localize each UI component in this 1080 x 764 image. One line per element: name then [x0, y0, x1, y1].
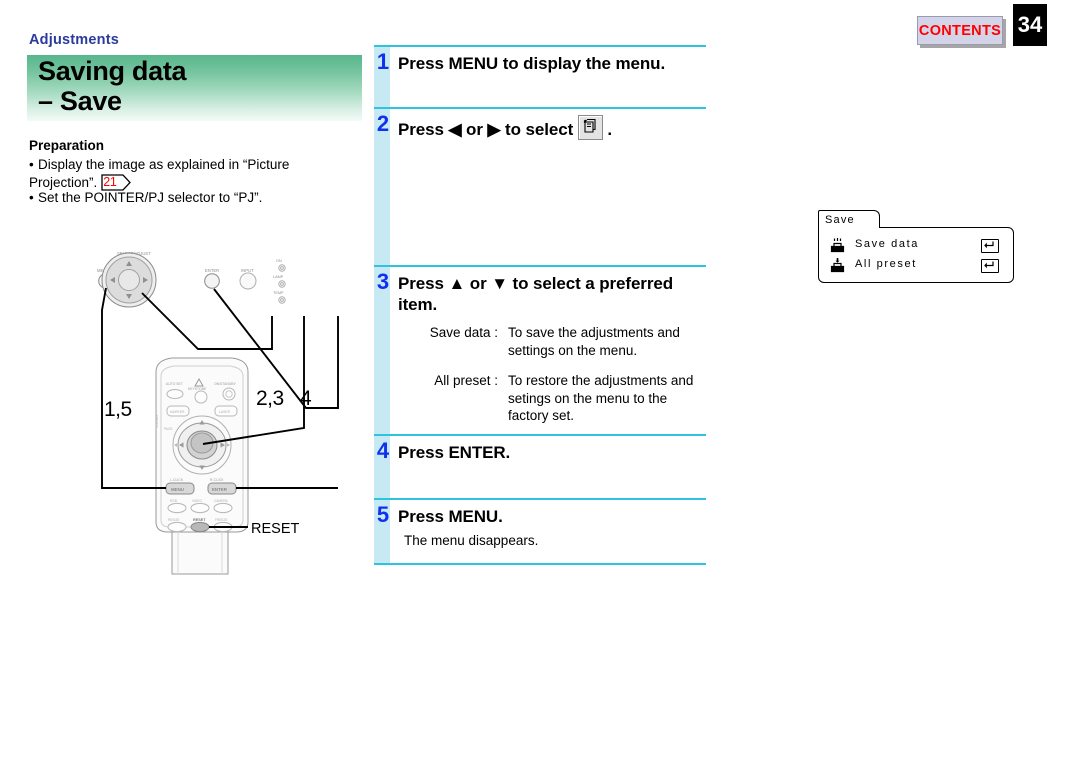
svg-text:INPUT: INPUT [241, 268, 254, 273]
svg-text:RGB: RGB [170, 499, 177, 503]
definition-term-all-preset: All preset : [434, 373, 498, 388]
osd-row-save-data-label: Save data [855, 238, 919, 250]
bullet-icon: • [29, 157, 34, 172]
step-heading-2: Press ◀ or ▶ to select . [398, 115, 698, 140]
svg-text:KEYSTONE: KEYSTONE [188, 387, 207, 391]
svg-text:MENU: MENU [171, 487, 184, 492]
preparation-item-2-text: Set the POINTER/PJ selector to “PJ”. [38, 190, 263, 205]
svg-text:R-CLICK: R-CLICK [210, 478, 224, 482]
title-banner: Saving data – Save [27, 55, 362, 121]
section-label: Adjustments [29, 32, 120, 48]
osd-row-save-data[interactable]: Save data [829, 236, 1005, 256]
svg-text:CAMERA: CAMERA [214, 499, 229, 503]
svg-text:FREEZE: FREEZE [215, 518, 228, 522]
step-number-1: 1 [376, 49, 390, 74]
step-number-2: 2 [376, 111, 390, 136]
svg-text:RESIZE: RESIZE [168, 518, 180, 522]
osd-row-all-preset[interactable]: All preset [829, 256, 1005, 276]
step-divider [374, 45, 706, 47]
step-heading-2-period: . [607, 120, 613, 139]
osd-row-all-preset-label: All preset [855, 258, 917, 270]
svg-text:VOLUME: VOLUME [155, 415, 159, 428]
contents-button-label: CONTENTS [918, 22, 1002, 39]
svg-text:MARKER: MARKER [170, 410, 185, 414]
step-heading-3: Press ▲ or ▼ to select a preferred item. [398, 274, 673, 314]
osd-body: Save data All preset [818, 227, 1014, 283]
preparation-heading: Preparation [29, 138, 105, 153]
page-root: CONTENTS 34 Adjustments Saving data – Sa… [0, 0, 1080, 764]
svg-text:LASER: LASER [219, 410, 231, 414]
step-divider [374, 265, 706, 267]
callout-2-3: 2,3 [256, 387, 284, 410]
callout-reset: RESET [251, 521, 300, 537]
step-number-3: 3 [376, 269, 390, 294]
all-preset-icon [829, 257, 846, 279]
svg-text:LAMP: LAMP [273, 275, 284, 279]
callout-4: 4 [300, 387, 312, 410]
svg-text:ON: ON [276, 259, 282, 263]
contents-button[interactable]: CONTENTS [917, 16, 1003, 45]
step-heading-1: Press MENU to display the menu. [398, 54, 666, 73]
step-divider [374, 107, 706, 109]
step-divider [374, 498, 706, 500]
step-heading-4: Press ENTER. [398, 443, 511, 462]
svg-text:RESET: RESET [193, 518, 206, 522]
osd-save-menu: Save Save data All preset [818, 210, 1014, 283]
preparation-item-1: • Display the image as explained in “Pict… [29, 157, 359, 191]
page-number-badge: 34 [1013, 4, 1047, 46]
definition-term-save-data: Save data : [429, 325, 498, 340]
definition-desc-save-data: To save the adjustments and settings on … [508, 325, 680, 358]
step-note-5: The menu disappears. [404, 533, 539, 548]
bullet-icon: • [29, 190, 34, 205]
steps-column: 1 Press MENU to display the menu. 2 Pres… [374, 45, 1014, 565]
enter-return-icon [981, 239, 999, 253]
enter-return-icon [981, 259, 999, 273]
page-title-line2: – Save [38, 86, 122, 116]
svg-text:TEMP: TEMP [273, 291, 284, 295]
step-number-4: 4 [376, 438, 390, 463]
definition-desc-all-preset: To restore the adjustments and setings o… [508, 373, 694, 423]
step-divider [374, 434, 706, 436]
callout-1-5: 1,5 [104, 398, 132, 421]
preparation-item-1-text: Display the image as explained in “Pictu… [29, 157, 290, 190]
page-reference-value: 21 [103, 174, 117, 189]
page-title-line1: Saving data [38, 56, 187, 86]
svg-text:VIDEO: VIDEO [192, 499, 202, 503]
svg-text:AUTO SET: AUTO SET [166, 382, 183, 386]
step-heading-5: Press MENU. [398, 507, 503, 526]
step-number-5: 5 [376, 502, 390, 527]
page-reference-21[interactable]: 21 [101, 173, 132, 191]
svg-text:ENTER: ENTER [205, 268, 219, 273]
svg-text:L-CLICK: L-CLICK [170, 478, 184, 482]
step-divider [374, 563, 706, 565]
page-number-value: 34 [1017, 12, 1043, 37]
svg-text:ON/STANDBY: ON/STANDBY [214, 382, 237, 386]
preparation-item-2: • Set the POINTER/PJ selector to “PJ”. [29, 190, 359, 207]
svg-text:PAGE: PAGE [164, 427, 173, 431]
osd-tab-label: Save [818, 210, 880, 228]
svg-text:ENTER: ENTER [212, 487, 228, 492]
save-menu-icon[interactable] [577, 115, 603, 140]
step-heading-2-text: Press ◀ or ▶ to select [398, 120, 574, 139]
